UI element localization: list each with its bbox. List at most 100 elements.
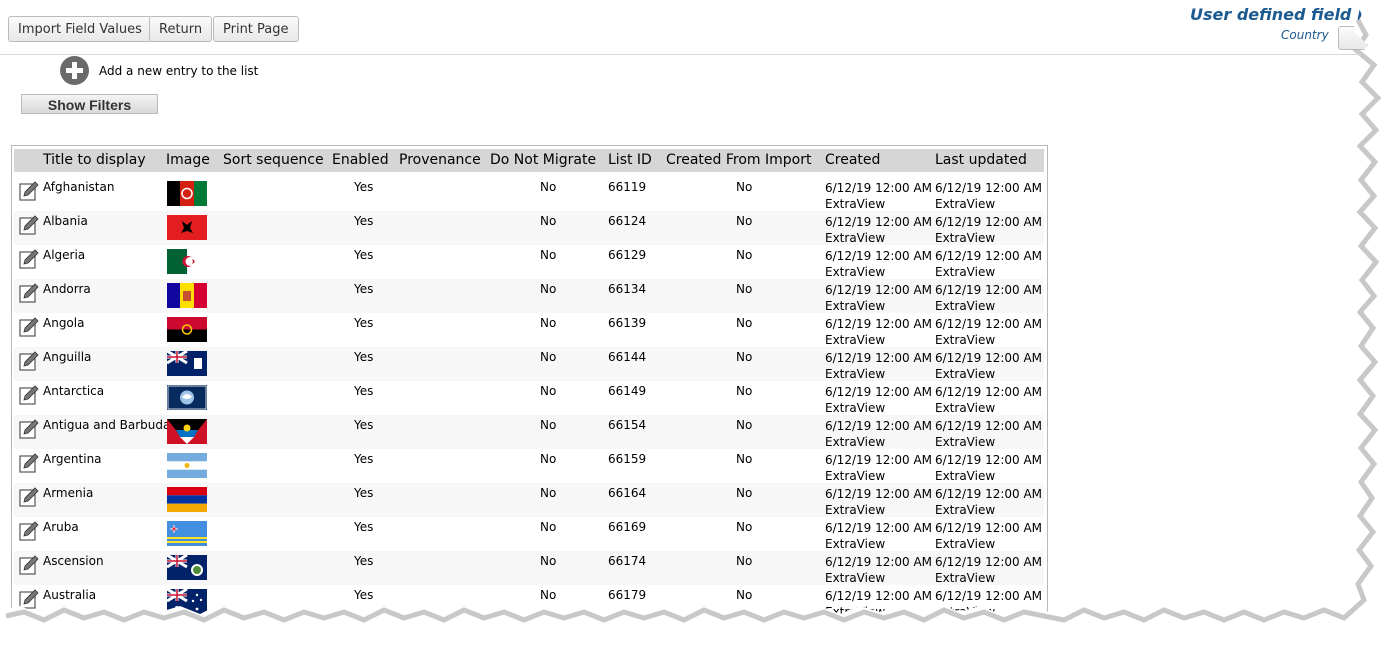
print-page-button[interactable]: Print Page: [213, 16, 299, 42]
row-created: 6/12/19 12:00 AM ExtraView: [825, 248, 932, 280]
aruba-flag: [167, 521, 207, 546]
row-created-by: ExtraView: [825, 197, 886, 211]
row-created-date: 6/12/19 12:00 AM: [825, 419, 933, 433]
column-provenance[interactable]: Provenance: [399, 152, 481, 168]
edit-icon[interactable]: [19, 249, 39, 269]
row-list-id: 66179: [608, 588, 647, 602]
row-list-id: 66174: [608, 554, 647, 568]
row-updated-date: 6/12/19 12:00 AM: [935, 283, 1043, 297]
row-title[interactable]: Australia: [43, 588, 96, 602]
row-updated-by: ExtraView: [935, 605, 996, 619]
row-updated-date: 6/12/19 12:00 AM: [935, 419, 1043, 433]
row-updated: 6/12/19 12:00 AM ExtraView: [935, 554, 1042, 586]
import-field-values-button[interactable]: Import Field Values: [8, 16, 152, 42]
row-title[interactable]: Ascension: [43, 554, 104, 568]
plus-circle-icon[interactable]: [60, 56, 89, 85]
row-enabled: Yes: [354, 180, 374, 194]
help-button[interactable]: [1338, 26, 1368, 50]
row-updated: 6/12/19 12:00 AM ExtraView: [935, 316, 1042, 348]
row-created-by: ExtraView: [825, 333, 886, 347]
row-updated-by: ExtraView: [935, 299, 996, 313]
row-updated-date: 6/12/19 12:00 AM: [935, 351, 1043, 365]
row-updated-by: ExtraView: [935, 333, 996, 347]
row-created-date: 6/12/19 12:00 AM: [825, 589, 933, 603]
grid-header: Title to display Image Sort sequence Ena…: [14, 149, 1044, 172]
row-title[interactable]: Afghanistan: [43, 180, 114, 194]
row-updated: 6/12/19 12:00 AM ExtraView: [935, 248, 1042, 280]
row-created: 6/12/19 12:00 AM ExtraView: [825, 282, 932, 314]
row-title[interactable]: Armenia: [43, 486, 93, 500]
row-do-not-migrate: No: [540, 554, 557, 568]
row-updated-by: ExtraView: [935, 401, 996, 415]
column-created-from-import[interactable]: Created From Import: [666, 152, 811, 168]
row-updated: 6/12/19 12:00 AM ExtraView: [935, 520, 1042, 552]
page-title: User defined field li: [1190, 5, 1368, 24]
row-created-from-import: No: [736, 554, 753, 568]
row-list-id: 66124: [608, 214, 647, 228]
show-filters-button[interactable]: Show Filters: [21, 94, 158, 114]
row-created-by: ExtraView: [825, 367, 886, 381]
edit-icon[interactable]: [19, 487, 39, 507]
column-enabled[interactable]: Enabled: [332, 152, 389, 168]
row-list-id: 66164: [608, 486, 647, 500]
edit-icon[interactable]: [19, 215, 39, 235]
row-title[interactable]: Aruba: [43, 520, 79, 534]
edit-icon[interactable]: [19, 521, 39, 541]
field-name-subtitle: Country: [1281, 28, 1329, 42]
anguilla-flag: [167, 351, 207, 376]
edit-icon[interactable]: [19, 385, 39, 405]
edit-icon[interactable]: [19, 589, 39, 609]
row-created-from-import: No: [736, 214, 753, 228]
column-image[interactable]: Image: [166, 152, 210, 168]
column-created[interactable]: Created: [825, 152, 880, 168]
row-created-from-import: No: [736, 452, 753, 466]
edit-icon[interactable]: [19, 351, 39, 371]
row-list-id: 66119: [608, 180, 647, 194]
edit-icon[interactable]: [19, 453, 39, 473]
table-row: Andorra Yes No 66134 No 6/12/19 12:00 AM Extra…: [14, 279, 1044, 313]
row-updated-date: 6/12/19 12:00 AM: [935, 589, 1043, 603]
row-do-not-migrate: No: [540, 214, 557, 228]
row-updated-date: 6/12/19 12:00 AM: [935, 487, 1043, 501]
antigua-and-barbuda-flag: [167, 419, 207, 444]
row-list-id: 66129: [608, 248, 647, 262]
row-title[interactable]: Antarctica: [43, 384, 104, 398]
row-title[interactable]: Antigua and Barbuda: [43, 418, 170, 432]
table-row: Antarctica Yes No 66149 No 6/12/19 12:00 AM Ex…: [14, 381, 1044, 415]
add-entry-link[interactable]: Add a new entry to the list: [60, 56, 258, 85]
row-title[interactable]: Albania: [43, 214, 88, 228]
row-updated-date: 6/12/19 12:00 AM: [935, 181, 1043, 195]
add-entry-label[interactable]: Add a new entry to the list: [99, 64, 258, 78]
column-do-not-migrate[interactable]: Do Not Migrate: [490, 152, 596, 168]
row-title[interactable]: Angola: [43, 316, 84, 330]
row-do-not-migrate: No: [540, 486, 557, 500]
row-enabled: Yes: [354, 214, 374, 228]
row-list-id: 66159: [608, 452, 647, 466]
row-enabled: Yes: [354, 350, 374, 364]
row-created: 6/12/19 12:00 AM ExtraView: [825, 180, 932, 212]
row-title[interactable]: Algeria: [43, 248, 85, 262]
row-created-date: 6/12/19 12:00 AM: [825, 453, 933, 467]
edit-icon[interactable]: [19, 555, 39, 575]
row-updated: 6/12/19 12:00 AM ExtraView: [935, 486, 1042, 518]
table-row: Afghanistan Yes No 66119 No 6/12/19 12:00 AM E…: [14, 177, 1044, 211]
row-title[interactable]: Argentina: [43, 452, 102, 466]
page: Import Field Values Return Print Page Us…: [0, 0, 1393, 654]
edit-icon[interactable]: [19, 283, 39, 303]
row-title[interactable]: Anguilla: [43, 350, 91, 364]
ascension-flag: [167, 555, 207, 580]
edit-icon[interactable]: [19, 317, 39, 337]
row-created-by: ExtraView: [825, 231, 886, 245]
row-title[interactable]: Andorra: [43, 282, 91, 296]
australia-flag: [167, 589, 207, 614]
column-last-updated[interactable]: Last updated: [935, 152, 1027, 168]
row-list-id: 66134: [608, 282, 647, 296]
column-sort-sequence[interactable]: Sort sequence: [223, 152, 324, 168]
edit-icon[interactable]: [19, 181, 39, 201]
column-title[interactable]: Title to display: [43, 152, 146, 168]
edit-icon[interactable]: [19, 419, 39, 439]
row-enabled: Yes: [354, 248, 374, 262]
column-list-id[interactable]: List ID: [608, 152, 652, 168]
return-button[interactable]: Return: [149, 16, 212, 42]
row-created-from-import: No: [736, 316, 753, 330]
